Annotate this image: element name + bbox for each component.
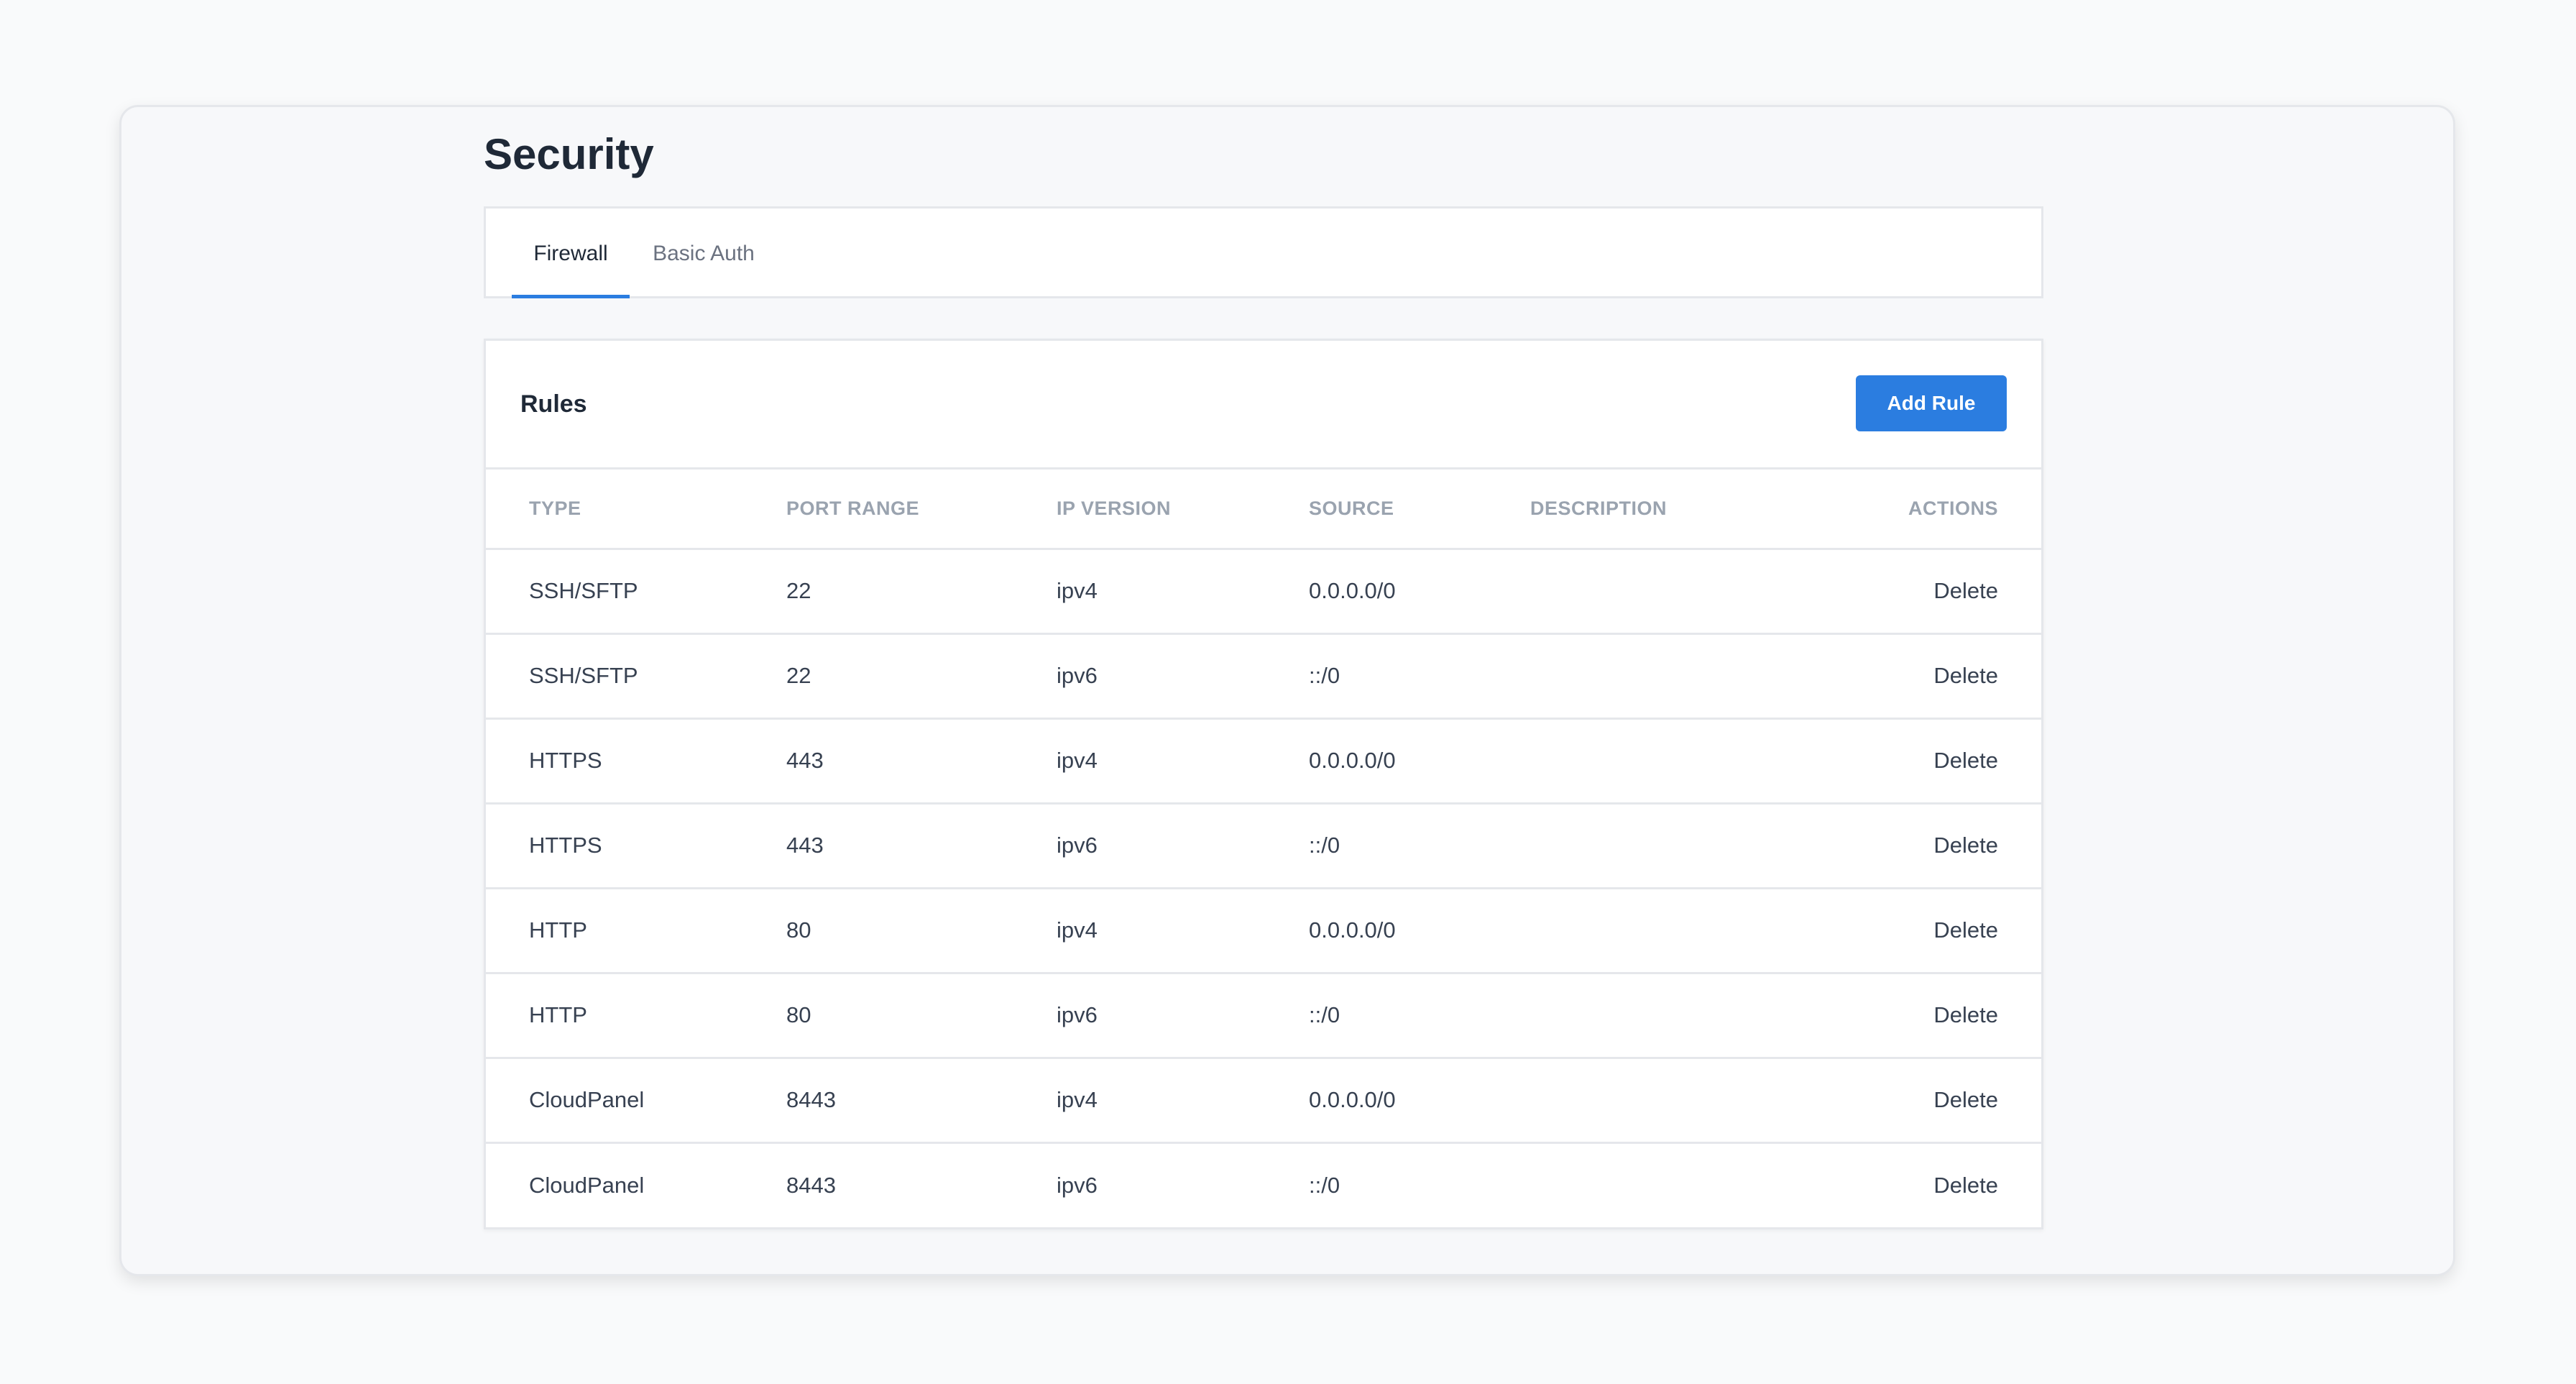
delete-rule-button[interactable]: Delete <box>1933 663 1998 688</box>
app-window: Security Firewall Basic Auth Rules Add R… <box>119 105 2455 1276</box>
cell-source: 0.0.0.0/0 <box>1309 578 1396 603</box>
cell-source: 0.0.0.0/0 <box>1309 748 1396 773</box>
cell-ip-version: ipv6 <box>1057 1002 1098 1027</box>
cell-type: CloudPanel <box>529 1172 645 1198</box>
rules-header: Rules Add Rule <box>486 341 2041 469</box>
cell-port-range: 443 <box>786 833 824 858</box>
delete-rule-button[interactable]: Delete <box>1933 578 1998 603</box>
table-row: HTTP 80 ipv6 ::/0 Delete <box>486 973 2041 1058</box>
cell-actions: Delete <box>1811 1058 2041 1142</box>
cell-description <box>1530 549 1811 633</box>
cell-description <box>1530 888 1811 973</box>
cell-description <box>1530 633 1811 718</box>
table-row: CloudPanel 8443 ipv6 ::/0 Delete <box>486 1142 2041 1227</box>
security-page: Security Firewall Basic Auth Rules Add R… <box>484 117 2043 1229</box>
tab-bar: Firewall Basic Auth <box>484 206 2043 298</box>
column-header-type: TYPE <box>529 497 581 519</box>
cell-description <box>1530 1142 1811 1227</box>
tab-basic-auth[interactable]: Basic Auth <box>643 208 765 298</box>
cell-port-range: 443 <box>786 748 824 773</box>
cell-port-range: 80 <box>786 917 811 943</box>
cell-actions: Delete <box>1811 718 2041 803</box>
cell-type: SSH/SFTP <box>529 663 638 688</box>
cell-port-range: 22 <box>786 663 811 688</box>
page-title: Security <box>484 130 654 178</box>
cell-ip-version: ipv4 <box>1057 578 1098 603</box>
tab-firewall[interactable]: Firewall <box>512 208 630 298</box>
delete-rule-button[interactable]: Delete <box>1933 1087 1998 1112</box>
rules-card: Rules Add Rule TYPE PORT RANGE IP VERSIO… <box>484 339 2043 1229</box>
column-header-port-range: PORT RANGE <box>786 497 920 519</box>
cell-source: ::/0 <box>1309 833 1340 858</box>
cell-type: HTTPS <box>529 748 602 773</box>
delete-rule-button[interactable]: Delete <box>1933 917 1998 943</box>
table-row: SSH/SFTP 22 ipv6 ::/0 Delete <box>486 633 2041 718</box>
delete-rule-button[interactable]: Delete <box>1933 748 1998 773</box>
cell-source: ::/0 <box>1309 1002 1340 1027</box>
cell-source: ::/0 <box>1309 663 1340 688</box>
rules-title: Rules <box>520 390 587 418</box>
cell-ip-version: ipv4 <box>1057 917 1098 943</box>
cell-description <box>1530 1058 1811 1142</box>
cell-port-range: 8443 <box>786 1172 836 1198</box>
delete-rule-button[interactable]: Delete <box>1933 833 1998 858</box>
table-row: SSH/SFTP 22 ipv4 0.0.0.0/0 Delete <box>486 549 2041 633</box>
cell-port-range: 22 <box>786 578 811 603</box>
cell-type: HTTP <box>529 1002 587 1027</box>
cell-type: HTTP <box>529 917 587 943</box>
cell-actions: Delete <box>1811 888 2041 973</box>
column-header-ip-version: IP VERSION <box>1057 497 1172 519</box>
cell-actions: Delete <box>1811 633 2041 718</box>
add-rule-button[interactable]: Add Rule <box>1856 375 2007 431</box>
cell-source: ::/0 <box>1309 1172 1340 1198</box>
cell-type: HTTPS <box>529 833 602 858</box>
cell-port-range: 80 <box>786 1002 811 1027</box>
cell-type: SSH/SFTP <box>529 578 638 603</box>
delete-rule-button[interactable]: Delete <box>1933 1173 1998 1198</box>
cell-source: 0.0.0.0/0 <box>1309 1087 1396 1112</box>
cell-ip-version: ipv6 <box>1057 663 1098 688</box>
cell-ip-version: ipv6 <box>1057 833 1098 858</box>
cell-port-range: 8443 <box>786 1087 836 1112</box>
table-row: HTTP 80 ipv4 0.0.0.0/0 Delete <box>486 888 2041 973</box>
table-header-row: TYPE PORT RANGE IP VERSION SOURCE DESCRI… <box>486 469 2041 549</box>
cell-ip-version: ipv4 <box>1057 1087 1098 1112</box>
cell-description <box>1530 718 1811 803</box>
cell-description <box>1530 803 1811 888</box>
column-header-actions: ACTIONS <box>1908 497 1998 519</box>
rules-table: TYPE PORT RANGE IP VERSION SOURCE DESCRI… <box>486 469 2041 1227</box>
cell-type: CloudPanel <box>529 1087 645 1112</box>
table-row: HTTPS 443 ipv4 0.0.0.0/0 Delete <box>486 718 2041 803</box>
cell-actions: Delete <box>1811 803 2041 888</box>
column-header-source: SOURCE <box>1309 497 1394 519</box>
table-row: HTTPS 443 ipv6 ::/0 Delete <box>486 803 2041 888</box>
table-row: CloudPanel 8443 ipv4 0.0.0.0/0 Delete <box>486 1058 2041 1142</box>
cell-ip-version: ipv4 <box>1057 748 1098 773</box>
column-header-description: DESCRIPTION <box>1530 497 1668 519</box>
cell-description <box>1530 973 1811 1058</box>
cell-source: 0.0.0.0/0 <box>1309 917 1396 943</box>
cell-actions: Delete <box>1811 973 2041 1058</box>
cell-actions: Delete <box>1811 1142 2041 1227</box>
delete-rule-button[interactable]: Delete <box>1933 1002 1998 1027</box>
cell-actions: Delete <box>1811 549 2041 633</box>
cell-ip-version: ipv6 <box>1057 1172 1098 1198</box>
